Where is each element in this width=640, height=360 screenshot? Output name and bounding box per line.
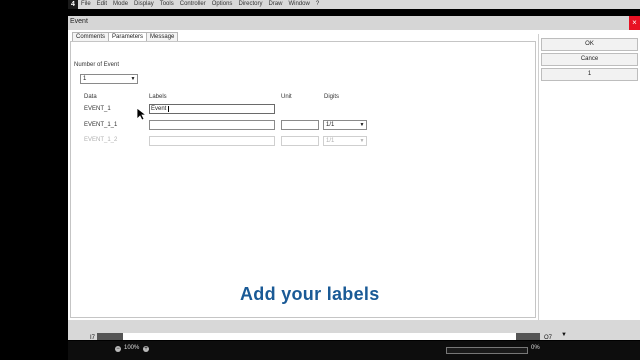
header-data: Data — [84, 94, 97, 100]
menu-window[interactable]: Window — [285, 0, 312, 9]
label-input-event-1-value: Event — [151, 106, 167, 112]
zoom-in-icon[interactable]: + — [143, 346, 149, 352]
tutorial-caption: Add your labels — [240, 284, 380, 304]
progress-text: 0% — [531, 345, 540, 351]
dialog-titlebar: Event × — [68, 16, 640, 30]
dialog-title: Event — [70, 18, 88, 25]
mouse-pointer-icon — [136, 107, 146, 121]
chevron-down-icon: ▼ — [359, 138, 365, 144]
scroll-thumb-right[interactable] — [516, 333, 540, 340]
menu-tools[interactable]: Tools — [157, 0, 177, 9]
menu-help[interactable]: ? — [313, 0, 322, 9]
label-input-event-1-1[interactable] — [149, 120, 275, 130]
app-badge: 4 — [68, 0, 78, 9]
row-data-event-1-1: EVENT_1_1 — [84, 122, 118, 128]
digits-value-event-1-1: 1/1 — [326, 122, 335, 128]
progress-bar — [446, 347, 528, 354]
event-dialog: Comments Parameters Message Number of Ev… — [68, 30, 640, 320]
scroll-down-icon[interactable]: ▼ — [561, 332, 567, 338]
help-button[interactable]: 1 — [541, 68, 638, 81]
unit-input-event-1-2 — [281, 136, 319, 146]
chevron-down-icon: ▼ — [359, 122, 365, 128]
menu-bar: 4 File Edit Mode Display Tools Controlle… — [68, 0, 640, 9]
zoom-out-icon[interactable]: − — [115, 346, 121, 352]
zoom-level: 100% — [124, 345, 140, 351]
menu-controller[interactable]: Controller — [177, 0, 209, 9]
chevron-down-icon: ▼ — [130, 76, 136, 82]
header-unit: Unit — [281, 94, 292, 100]
unit-input-event-1-1[interactable] — [281, 120, 319, 130]
number-of-event-value: 1 — [83, 76, 87, 82]
label-input-event-1[interactable]: Event — [149, 104, 275, 114]
close-icon[interactable]: × — [629, 16, 640, 30]
number-of-event-label: Number of Event — [74, 62, 120, 68]
menu-mode[interactable]: Mode — [110, 0, 131, 9]
row-data-event-1-2: EVENT_1_2 — [84, 137, 118, 143]
number-of-event-select[interactable]: 1 ▼ — [80, 74, 138, 84]
label-input-event-1-2 — [149, 136, 275, 146]
row-data-event-1: EVENT_1 — [84, 106, 111, 112]
digits-select-event-1-1[interactable]: 1/1 ▼ — [323, 120, 367, 130]
menu-draw[interactable]: Draw — [265, 0, 285, 9]
scroll-track[interactable] — [97, 333, 516, 340]
menu-directory[interactable]: Directory — [235, 0, 265, 9]
digits-select-event-1-2: 1/1 ▼ — [323, 136, 367, 146]
header-digits: Digits — [324, 94, 340, 100]
parameters-panel: Number of Event 1 ▼ Data Labels Unit Dig… — [70, 41, 536, 318]
text-caret — [168, 106, 169, 112]
menu-edit[interactable]: Edit — [94, 0, 110, 9]
digits-value-event-1-2: 1/1 — [326, 138, 335, 144]
ok-button[interactable]: OK — [541, 38, 638, 51]
status-bar — [68, 341, 640, 360]
header-labels: Labels — [149, 94, 167, 100]
scroll-thumb-left[interactable] — [97, 333, 123, 340]
cancel-button[interactable]: Cance — [541, 53, 638, 66]
menu-display[interactable]: Display — [131, 0, 157, 9]
dialog-button-column: OK Cance 1 — [538, 34, 640, 320]
menu-file[interactable]: File — [78, 0, 94, 9]
menu-options[interactable]: Options — [209, 0, 236, 9]
